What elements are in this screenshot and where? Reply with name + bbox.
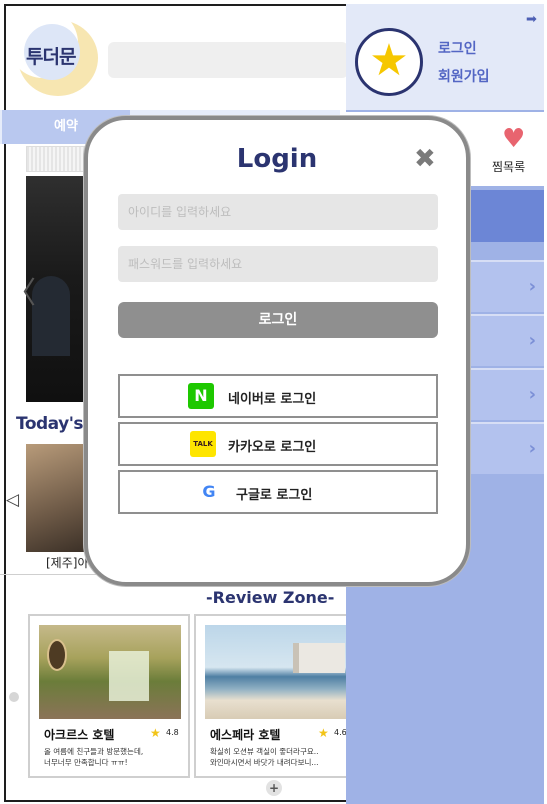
todays-title: Today's bbox=[16, 414, 84, 434]
chevron-right-icon: › bbox=[528, 330, 536, 351]
review-text-line: 올 여름에 친구들과 방문했는데, bbox=[44, 747, 144, 756]
exit-arrow-icon[interactable]: ➡ bbox=[526, 12, 537, 27]
review-rating: 4.6 bbox=[334, 728, 347, 737]
search-input[interactable] bbox=[108, 42, 348, 78]
naver-icon: N bbox=[188, 383, 214, 409]
id-input[interactable] bbox=[118, 194, 438, 230]
google-login-button[interactable]: G 구글로 로그인 bbox=[118, 470, 438, 514]
todays-prev-arrow[interactable]: ◁ bbox=[6, 490, 19, 510]
kakao-talk-icon: TALK bbox=[190, 431, 216, 457]
review-rating: 4.8 bbox=[166, 728, 179, 737]
star-icon: ★ bbox=[369, 35, 409, 86]
review-text: 확실히 오션뷰 객실이 좋더라구요.. 와인마시면서 바닷가 내려다보니... bbox=[210, 746, 350, 768]
todays-photo[interactable] bbox=[26, 444, 86, 552]
review-card[interactable]: 아크르스 호텔 ★ 4.8 올 여름에 친구들과 방문했는데, 너무너무 만족합… bbox=[28, 614, 190, 778]
login-link[interactable]: 로그인 bbox=[438, 38, 477, 58]
kakao-login-button[interactable]: TALK 카카오로 로그인 bbox=[118, 422, 438, 466]
review-zone-title: -Review Zone- bbox=[206, 588, 335, 607]
logo-text: 투더문 bbox=[26, 46, 76, 68]
review-text-line: 너무너무 만족합니다 ㅠㅠ! bbox=[44, 758, 128, 767]
login-modal: Login ✖ 로그인 N 네이버로 로그인 TALK 카카오로 로그인 G 구… bbox=[84, 116, 470, 586]
review-text-line: 확실히 오션뷰 객실이 좋더라구요.. bbox=[210, 747, 319, 756]
naver-login-button[interactable]: N 네이버로 로그인 bbox=[118, 374, 438, 418]
password-input[interactable] bbox=[118, 246, 438, 282]
banner-prev-arrow[interactable]: 〈 bbox=[6, 268, 36, 312]
review-photo bbox=[39, 625, 181, 719]
heart-icon[interactable]: ♥ bbox=[502, 124, 525, 154]
kakao-login-label: 카카오로 로그인 bbox=[228, 440, 317, 455]
wishlist-label[interactable]: 찜목록 bbox=[492, 158, 525, 175]
google-icon: G bbox=[196, 479, 222, 505]
star-icon: ★ bbox=[150, 726, 161, 740]
star-icon: ★ bbox=[318, 726, 329, 740]
todays-caption: [제주]아 bbox=[46, 556, 89, 570]
review-photo bbox=[205, 625, 353, 719]
more-reviews-button[interactable]: + bbox=[266, 780, 282, 796]
signup-link[interactable]: 회원가입 bbox=[438, 66, 490, 86]
chevron-right-icon: › bbox=[528, 384, 536, 405]
chevron-right-icon: › bbox=[528, 276, 536, 297]
review-text: 올 여름에 친구들과 방문했는데, 너무너무 만족합니다 ㅠㅠ! bbox=[44, 746, 184, 768]
review-card[interactable]: 에스페라 호텔 ★ 4.6 확실히 오션뷰 객실이 좋더라구요.. 와인마시면서… bbox=[194, 614, 354, 778]
chevron-right-icon: › bbox=[528, 438, 536, 459]
profile-star-badge: ★ bbox=[355, 28, 423, 96]
logo[interactable]: 투더문 bbox=[8, 8, 98, 96]
login-button[interactable]: 로그인 bbox=[118, 302, 438, 338]
close-icon[interactable]: ✖ bbox=[414, 144, 436, 174]
review-hotel-name: 에스페라 호텔 bbox=[210, 728, 281, 742]
review-hotel-name: 아크르스 호텔 bbox=[44, 728, 115, 742]
review-text-line: 와인마시면서 바닷가 내려다보니... bbox=[210, 758, 319, 767]
modal-title: Login bbox=[236, 144, 318, 174]
naver-login-label: 네이버로 로그인 bbox=[228, 392, 317, 407]
google-login-label: 구글로 로그인 bbox=[236, 488, 313, 503]
carousel-dot[interactable] bbox=[9, 692, 19, 702]
